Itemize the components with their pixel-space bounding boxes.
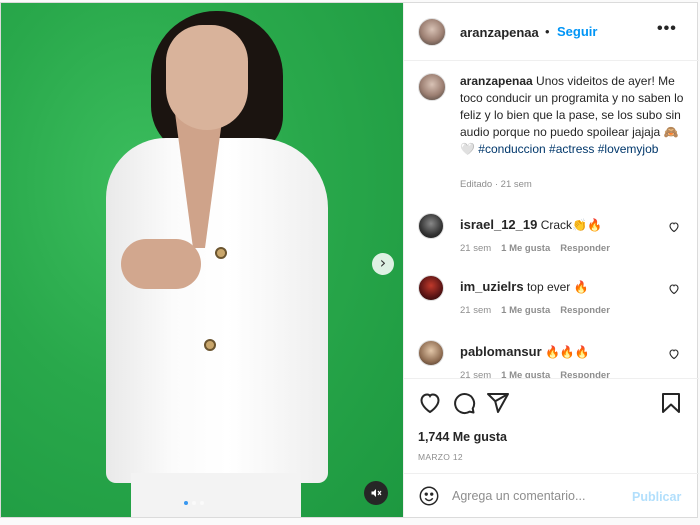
- avatar[interactable]: [418, 340, 444, 366]
- avatar[interactable]: [418, 73, 446, 101]
- post-side-panel: aranzapenaa • Seguir ••• aranzapenaa Uno…: [403, 3, 699, 517]
- comment-line: im_uzielrs top ever 🔥: [460, 279, 589, 294]
- comment-meta: 21 sem 1 Me gusta Responder: [460, 243, 610, 254]
- share-icon[interactable]: [486, 391, 510, 415]
- emoji-icon[interactable]: [418, 485, 440, 507]
- person-hands: [121, 239, 201, 289]
- comment-text: Crack👏🔥: [540, 218, 602, 232]
- person-white-blazer: [106, 138, 328, 483]
- action-bar: [404, 391, 699, 421]
- comment-line: pablomansur 🔥🔥🔥: [460, 344, 590, 359]
- reply-button[interactable]: Responder: [560, 370, 610, 378]
- person-pants: [131, 473, 301, 517]
- comment-text: top ever 🔥: [526, 280, 589, 294]
- publish-button[interactable]: Publicar: [632, 490, 681, 504]
- avatar[interactable]: [418, 18, 446, 46]
- mute-icon[interactable]: [364, 481, 388, 505]
- post-media[interactable]: ›: [1, 3, 403, 517]
- avatar[interactable]: [418, 213, 444, 239]
- comment-username[interactable]: israel_12_19: [460, 217, 537, 232]
- heart-icon[interactable]: [418, 391, 442, 415]
- comment-item: pablomansur 🔥🔥🔥 21 sem 1 Me gusta Respon…: [404, 340, 699, 379]
- comment-item: im_uzielrs top ever 🔥 21 sem 1 Me gusta …: [404, 275, 699, 335]
- post-date: MARZO 12: [418, 452, 463, 462]
- caption-text: aranzapenaa Unos videitos de ayer! Me to…: [460, 73, 692, 158]
- carousel-dot: [184, 501, 188, 505]
- caption-username[interactable]: aranzapenaa: [460, 74, 533, 88]
- heart-icon[interactable]: [668, 221, 680, 233]
- comment-likes[interactable]: 1 Me gusta: [501, 370, 550, 378]
- hashtag-link[interactable]: #conduccion: [478, 142, 545, 156]
- avatar[interactable]: [418, 275, 444, 301]
- comment-time: 21 sem: [460, 305, 492, 316]
- carousel-indicator: [184, 501, 204, 505]
- heart-icon[interactable]: [668, 348, 680, 360]
- comment-icon[interactable]: [452, 391, 476, 415]
- more-options-icon[interactable]: •••: [657, 20, 677, 38]
- carousel-dot: [192, 501, 196, 505]
- comment-text: 🔥🔥🔥: [544, 345, 590, 359]
- reply-button[interactable]: Responder: [560, 305, 610, 316]
- comment-input[interactable]: [452, 486, 632, 506]
- comment-likes[interactable]: 1 Me gusta: [501, 305, 550, 316]
- caption-meta: Editado · 21 sem: [460, 179, 532, 190]
- post-dialog: › aranzapenaa • Seguir ••• aranzapenaa U…: [0, 2, 699, 518]
- blazer-button: [215, 247, 227, 259]
- save-icon[interactable]: [659, 391, 683, 415]
- heart-icon[interactable]: [668, 283, 680, 295]
- comment-line: israel_12_19 Crack👏🔥: [460, 217, 602, 232]
- author-username[interactable]: aranzapenaa: [460, 25, 539, 40]
- next-slide-icon[interactable]: ›: [372, 253, 394, 275]
- person-face: [166, 25, 248, 130]
- comment-time: 21 sem: [460, 370, 492, 379]
- comments-list[interactable]: aranzapenaa Unos videitos de ayer! Me to…: [404, 61, 699, 379]
- add-comment-bar: Publicar: [404, 473, 699, 517]
- comment-username[interactable]: pablomansur: [460, 344, 542, 359]
- hashtag-link[interactable]: #actress: [549, 142, 594, 156]
- reply-button[interactable]: Responder: [560, 243, 610, 254]
- comment-meta: 21 sem 1 Me gusta Responder: [460, 305, 610, 316]
- hashtag-link[interactable]: #lovemyjob: [598, 142, 659, 156]
- post-header: aranzapenaa • Seguir •••: [404, 3, 699, 61]
- comment-item: israel_12_19 Crack👏🔥 21 sem 1 Me gusta R…: [404, 213, 699, 273]
- separator-dot: •: [545, 24, 550, 39]
- carousel-dot: [200, 501, 204, 505]
- blazer-button: [204, 339, 216, 351]
- comment-meta: 21 sem 1 Me gusta Responder: [460, 370, 610, 379]
- comment-likes[interactable]: 1 Me gusta: [501, 243, 550, 254]
- likes-count[interactable]: 1,744 Me gusta: [418, 430, 507, 444]
- follow-button[interactable]: Seguir: [557, 24, 597, 39]
- comment-username[interactable]: im_uzielrs: [460, 279, 524, 294]
- comment-time: 21 sem: [460, 243, 492, 254]
